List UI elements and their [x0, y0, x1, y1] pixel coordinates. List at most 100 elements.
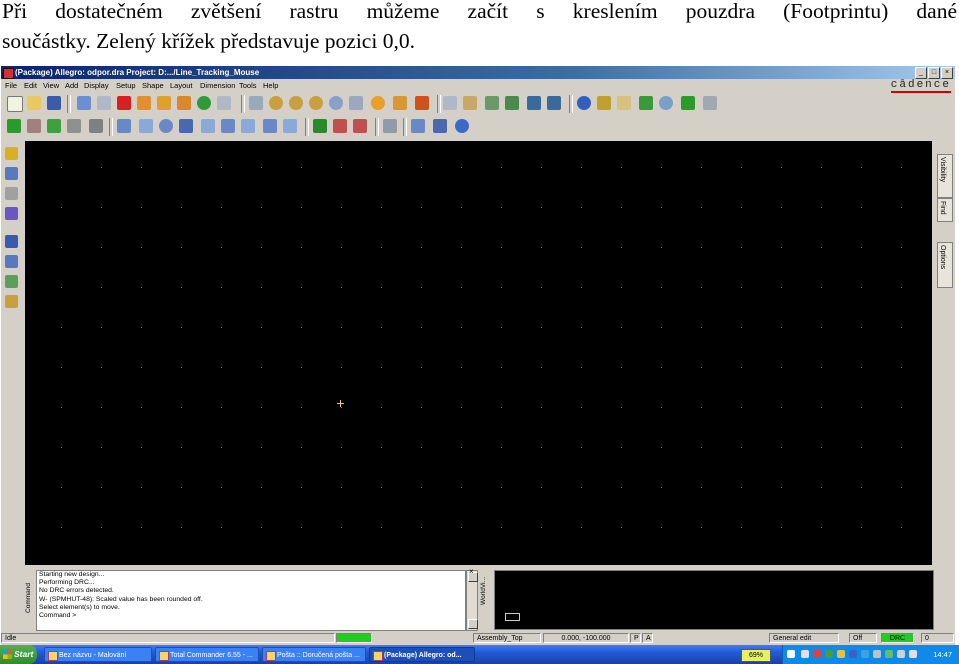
menu-view[interactable]: View: [43, 79, 59, 92]
task-mail[interactable]: Pošta :: Doručená pošta ...: [262, 647, 366, 662]
display-tray-icon[interactable]: [861, 650, 869, 658]
tab-visibility[interactable]: Visibility: [937, 154, 953, 198]
menu-layout[interactable]: Layout: [170, 79, 193, 92]
task-allegro[interactable]: (Package) Allegro: od...: [369, 647, 475, 662]
shadow-icon[interactable]: [485, 96, 499, 110]
menu-edit[interactable]: Edit: [24, 79, 37, 92]
menu-display[interactable]: Display: [84, 79, 109, 92]
tab-find[interactable]: Find: [937, 198, 953, 222]
zoom-fit-icon[interactable]: [309, 96, 323, 110]
move-icon[interactable]: [77, 96, 91, 110]
command-prompt[interactable]: Command >: [37, 612, 465, 620]
lock-icon[interactable]: [313, 119, 327, 133]
draw-rect-icon[interactable]: [5, 255, 18, 268]
title-bar[interactable]: (Package) Allegro: odpor.dra Project: D:…: [1, 66, 955, 79]
usb-icon[interactable]: [873, 650, 881, 658]
camera-icon[interactable]: [383, 119, 397, 133]
frame-icon[interactable]: [241, 119, 255, 133]
print-icon[interactable]: [703, 96, 717, 110]
draw-line-icon[interactable]: [5, 235, 18, 248]
menu-add[interactable]: Add: [65, 79, 78, 92]
layer-mask-icon[interactable]: [67, 119, 81, 133]
layer-bottom-icon[interactable]: [47, 119, 61, 133]
done-icon[interactable]: [217, 96, 231, 110]
info-icon[interactable]: [577, 96, 591, 110]
drc-icon[interactable]: [659, 96, 673, 110]
windows-icon[interactable]: [411, 119, 425, 133]
down-arrow-icon[interactable]: [157, 96, 171, 110]
maximize-button[interactable]: □: [928, 67, 940, 79]
worldview-panel[interactable]: [494, 570, 934, 630]
select-icon[interactable]: [179, 119, 193, 133]
delete-icon[interactable]: [117, 96, 131, 110]
command-log-scrollbar[interactable]: [466, 570, 478, 631]
app-icon[interactable]: [3, 68, 14, 79]
layer-etch-icon[interactable]: [7, 119, 21, 133]
undo-icon[interactable]: [137, 96, 151, 110]
zoom-indicator[interactable]: 69%: [741, 649, 771, 662]
new-file-icon[interactable]: [7, 96, 23, 112]
color-icon[interactable]: [415, 96, 429, 110]
network-icon[interactable]: [825, 650, 833, 658]
close-panel-icon[interactable]: ×: [469, 567, 474, 576]
menu-shape[interactable]: Shape: [142, 79, 164, 92]
zoom-points-icon[interactable]: [249, 96, 263, 110]
ratsnest-icon[interactable]: [681, 96, 695, 110]
linear-dim-icon[interactable]: [353, 119, 367, 133]
redo-icon[interactable]: [177, 96, 191, 110]
layers-icon[interactable]: [463, 96, 477, 110]
3d-view-icon[interactable]: [393, 96, 407, 110]
outline-icon[interactable]: [263, 119, 277, 133]
refresh-icon[interactable]: [371, 96, 385, 110]
add-text-icon[interactable]: [5, 275, 18, 288]
copy-icon[interactable]: [97, 96, 111, 110]
design-canvas[interactable]: [25, 141, 932, 565]
grid-icon[interactable]: [443, 96, 457, 110]
shape-icon[interactable]: [283, 119, 297, 133]
clock[interactable]: 14:47: [933, 645, 952, 664]
clipboard-icon[interactable]: [909, 650, 917, 658]
volume-icon[interactable]: [801, 650, 809, 658]
menu-file[interactable]: File: [5, 79, 17, 92]
worldview-viewport[interactable]: [505, 613, 520, 621]
pin-icon[interactable]: [117, 119, 131, 133]
command-log[interactable]: Starting new design... Performing DRC...…: [36, 570, 466, 631]
circle-pad-icon[interactable]: [159, 119, 173, 133]
dimension-icon[interactable]: [333, 119, 347, 133]
help-icon[interactable]: [455, 119, 469, 133]
layer-top-icon[interactable]: [27, 119, 41, 133]
status-drc[interactable]: DRC: [881, 633, 914, 643]
redraw-icon[interactable]: [349, 96, 363, 110]
layer-all-icon[interactable]: [89, 119, 103, 133]
stack-icon[interactable]: [505, 96, 519, 110]
status-p-flag[interactable]: P: [630, 633, 641, 643]
delay-tune-icon[interactable]: [5, 207, 18, 220]
properties-icon[interactable]: [597, 96, 611, 110]
rect-pad-icon[interactable]: [139, 119, 153, 133]
edit-text-icon[interactable]: [5, 295, 18, 308]
status-active-class[interactable]: Assembly_Top: [473, 633, 541, 643]
scroll-down-button[interactable]: [468, 619, 478, 629]
menu-dimension[interactable]: Dimension: [200, 79, 235, 92]
tray-chevron-icon[interactable]: [787, 650, 795, 658]
zoom-in-icon[interactable]: [269, 96, 283, 110]
update-icon[interactable]: [885, 650, 893, 658]
octagon-icon[interactable]: [221, 119, 235, 133]
slide-icon[interactable]: [5, 187, 18, 200]
messenger-icon[interactable]: [837, 650, 845, 658]
save-icon[interactable]: [47, 96, 61, 110]
close-button[interactable]: ×: [941, 67, 953, 79]
film-icon[interactable]: [527, 96, 541, 110]
open-folder-icon[interactable]: [27, 96, 41, 110]
antivirus-icon[interactable]: [813, 650, 821, 658]
bluetooth-icon[interactable]: [849, 650, 857, 658]
square-icon[interactable]: [201, 119, 215, 133]
status-a-flag[interactable]: A: [642, 633, 653, 643]
add-connect-icon[interactable]: [5, 167, 18, 180]
task-total-commander[interactable]: Total Commander 6.55 - ...: [155, 647, 259, 662]
record-icon[interactable]: [197, 96, 211, 110]
display-icon[interactable]: [547, 96, 561, 110]
start-button[interactable]: Start: [0, 645, 37, 664]
menu-setup[interactable]: Setup: [116, 79, 136, 92]
zoom-out-icon[interactable]: [289, 96, 303, 110]
